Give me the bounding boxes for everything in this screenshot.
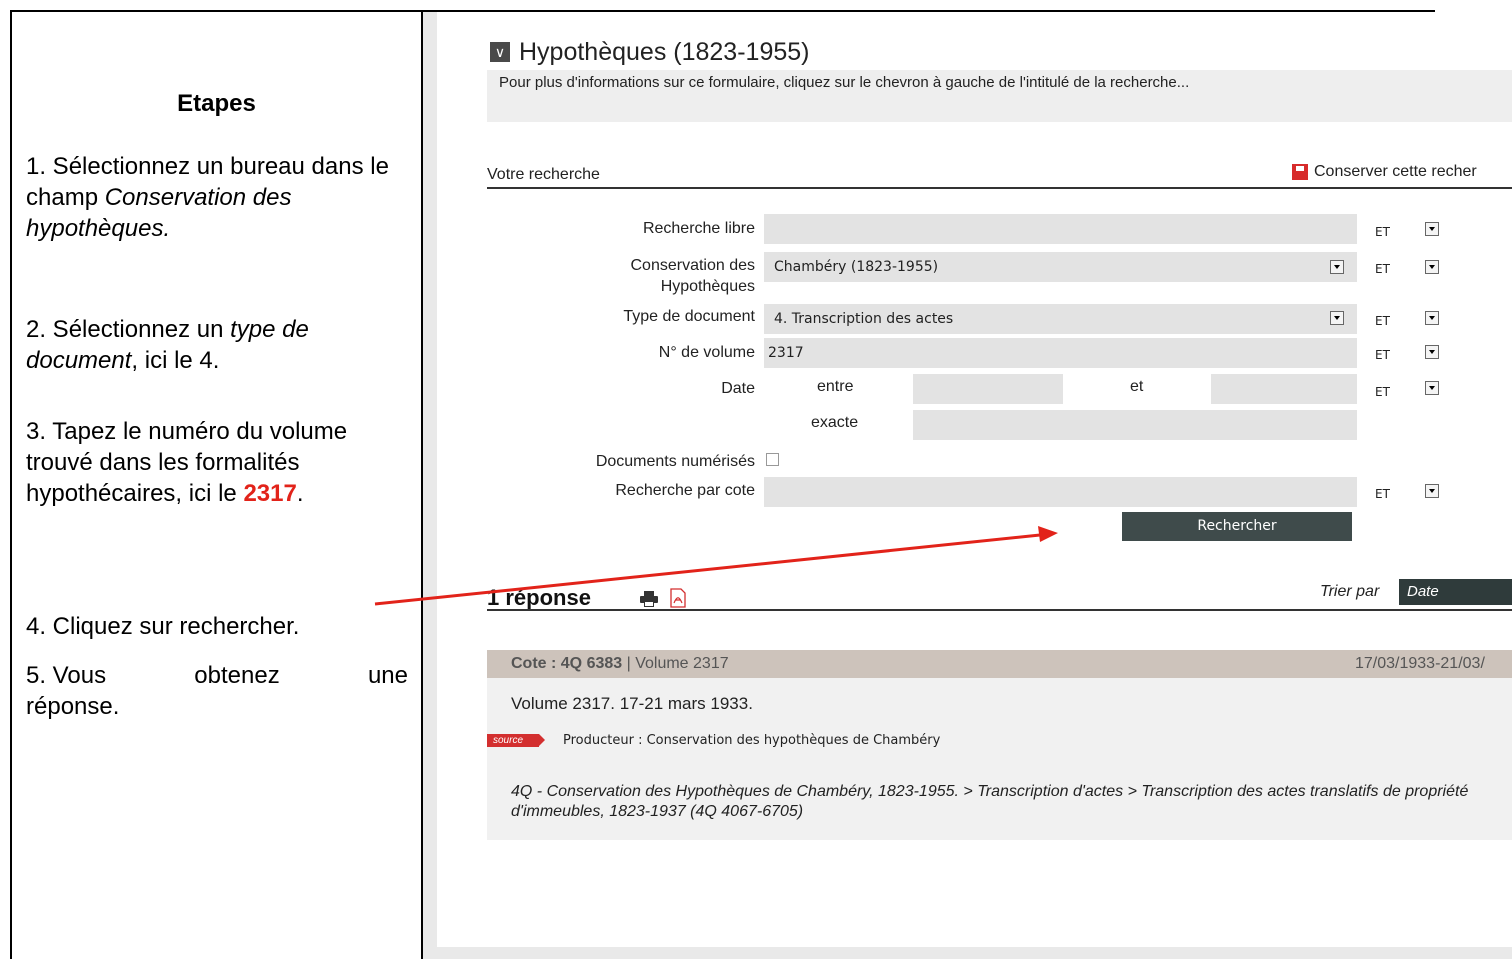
date-and-label: et: [1130, 378, 1144, 395]
section-label: Votre recherche: [487, 166, 600, 183]
section-divider: [487, 187, 1512, 189]
cote-label: Recherche par cote: [615, 482, 755, 499]
cote-input[interactable]: [764, 477, 1357, 507]
digitized-label: Documents numérisés: [595, 453, 755, 470]
date-between-label: entre: [817, 378, 854, 395]
step-5-word-2: obtenez: [194, 662, 280, 689]
step-3-suffix: .: [296, 480, 304, 507]
results-divider: [487, 609, 1512, 611]
search-screenshot: ∨ Hypothèques (1823-1955) Pour plus d'in…: [423, 12, 1512, 959]
conservation-label-line2: Hypothèques: [660, 278, 755, 295]
save-icon: [1292, 164, 1308, 180]
step-2: 2. Sélectionnez un type de document, ici…: [26, 314, 408, 376]
sort-label: Trier par: [1320, 583, 1380, 600]
step-5-line2: réponse.: [26, 693, 120, 720]
operator-dropdown-conservation[interactable]: [1425, 260, 1439, 274]
steps-title: Etapes: [177, 90, 256, 117]
date-from-input[interactable]: [913, 374, 1063, 404]
doctype-select[interactable]: 4. Transcription des actes: [764, 304, 1357, 334]
result-cote-label: Cote : 4Q 6383: [511, 655, 623, 672]
volume-label: N° de volume: [658, 344, 755, 361]
save-search-label: Conserver cette recher: [1314, 163, 1477, 180]
conservation-label-line1: Conservation des: [630, 257, 755, 274]
printer-icon[interactable]: [639, 591, 659, 607]
volume-input[interactable]: 2317: [764, 338, 1357, 368]
result-cote: Cote : 4Q 6383 | Volume 2317: [511, 655, 729, 673]
operator-cote: ET: [1375, 487, 1390, 501]
doctype-dropdown-arrow[interactable]: [1330, 311, 1344, 325]
step-3: 3. Tapez le numéro du volume trouvé dans…: [26, 416, 408, 509]
step-5-word-3: une: [367, 662, 408, 689]
chevron-down-icon[interactable]: ∨: [490, 42, 510, 62]
result-title[interactable]: Volume 2317. 17-21 mars 1933.: [511, 694, 753, 714]
date-to-input[interactable]: [1211, 374, 1357, 404]
operator-dropdown-free-search[interactable]: [1425, 222, 1439, 236]
result-volume: | Volume 2317: [622, 655, 729, 672]
operator-dropdown-doctype[interactable]: [1425, 311, 1439, 325]
table-border-left: [10, 10, 12, 959]
result-path: 4Q - Conservation des Hypothèques de Cha…: [511, 783, 1469, 820]
free-search-label: Recherche libre: [642, 220, 755, 237]
step-5-word-1: 5. Vous: [26, 662, 107, 689]
operator-free-search: ET: [1375, 225, 1390, 239]
conservation-dropdown-arrow[interactable]: [1330, 260, 1344, 274]
operator-dropdown-date[interactable]: [1425, 381, 1439, 395]
conservation-label: Conservation des Hypothèques: [445, 255, 755, 297]
date-exact-label: exacte: [811, 414, 859, 431]
sort-select[interactable]: Date: [1399, 579, 1512, 605]
search-page: ∨ Hypothèques (1823-1955) Pour plus d'in…: [437, 12, 1512, 947]
result-dates: 17/03/1933-21/03/: [1355, 655, 1485, 672]
results-count: 1 réponse: [487, 585, 591, 610]
operator-date: ET: [1375, 385, 1390, 399]
search-button[interactable]: Rechercher: [1122, 512, 1352, 541]
free-search-input[interactable]: [764, 214, 1357, 244]
step-2-text: 2. Sélectionnez un: [26, 316, 231, 343]
step-3-number: 2317: [243, 480, 297, 507]
form-title: Hypothèques (1823-1955): [519, 38, 810, 66]
save-search-link[interactable]: Conserver cette recher: [1292, 163, 1477, 181]
operator-dropdown-cote[interactable]: [1425, 484, 1439, 498]
operator-doctype: ET: [1375, 314, 1390, 328]
digitized-checkbox[interactable]: [766, 453, 779, 466]
conservation-select[interactable]: Chambéry (1823-1955): [764, 252, 1357, 282]
source-badge: source: [487, 734, 545, 747]
pdf-icon[interactable]: [669, 588, 687, 608]
result-producer: Producteur : Conservation des hypothèque…: [563, 733, 941, 748]
date-exact-input[interactable]: [913, 410, 1357, 440]
operator-volume: ET: [1375, 348, 1390, 362]
date-label: Date: [721, 380, 755, 397]
step-4: 4. Cliquez sur rechercher.: [26, 613, 300, 640]
step-2-suffix: , ici le 4.: [131, 347, 220, 374]
operator-conservation: ET: [1375, 262, 1390, 276]
operator-dropdown-volume[interactable]: [1425, 345, 1439, 359]
step-5-line1: 5. Vous obtenez une: [26, 660, 408, 691]
step-1: 1. Sélectionnez un bureau dans le champ …: [26, 151, 408, 244]
doctype-label: Type de document: [623, 308, 755, 325]
form-subtitle: Pour plus d'informations sur ce formulai…: [499, 74, 1190, 91]
